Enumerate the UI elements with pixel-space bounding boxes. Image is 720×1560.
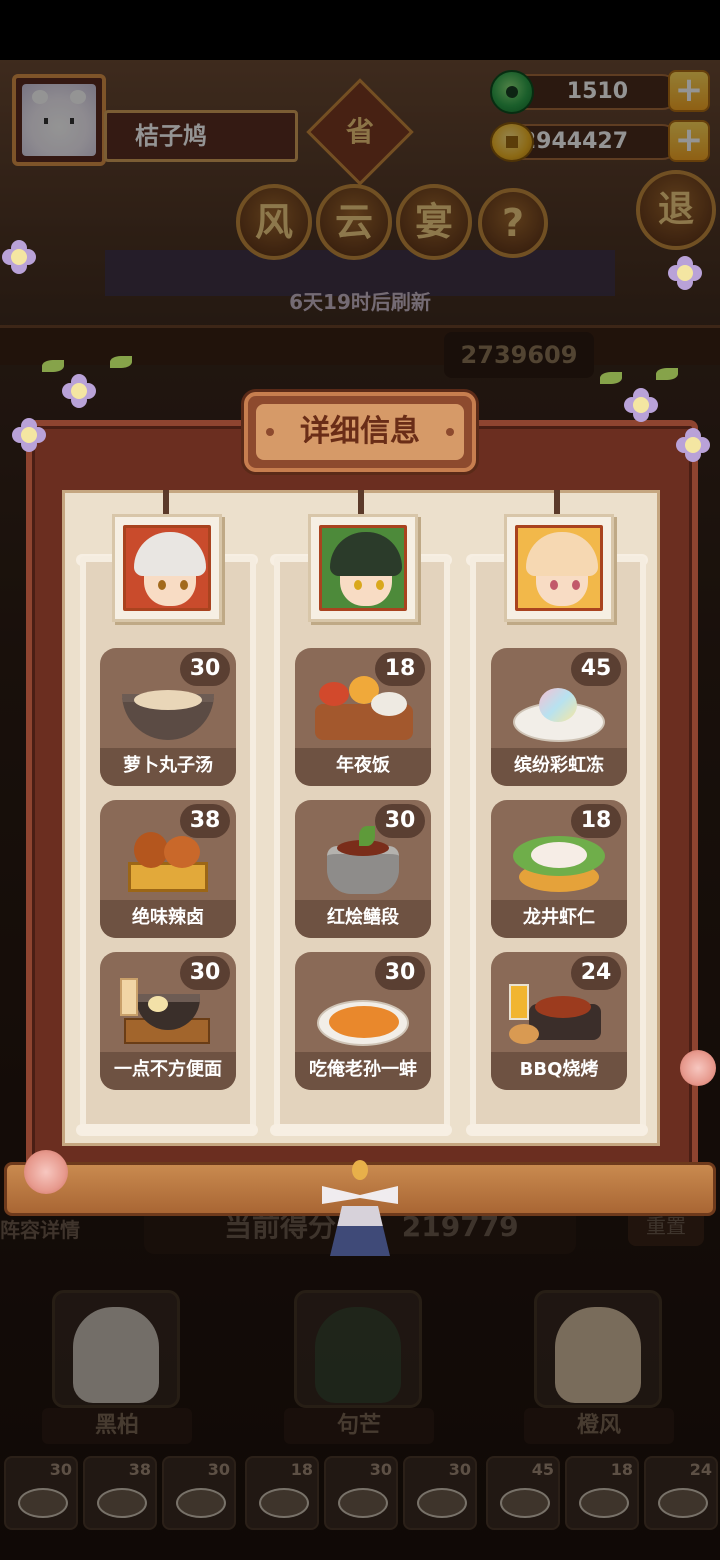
flower-decoration bbox=[676, 428, 710, 462]
shrimp bbox=[531, 842, 587, 868]
dish-card[interactable]: 30 萝卜丸子汤 bbox=[100, 648, 236, 786]
title-ornament bbox=[446, 428, 454, 436]
herb bbox=[359, 826, 375, 846]
dish-name: 萝卜丸子汤 bbox=[100, 748, 236, 786]
dish-count: 38 bbox=[180, 804, 230, 838]
tassel-knot bbox=[352, 1160, 368, 1180]
soup bbox=[134, 690, 202, 710]
dish-count: 30 bbox=[180, 956, 230, 990]
portrait-frame bbox=[319, 525, 407, 611]
flower-decoration bbox=[2, 240, 36, 274]
dish-count: 18 bbox=[375, 652, 425, 686]
dish-red bbox=[319, 682, 349, 706]
drink-cup bbox=[120, 978, 138, 1016]
flower-decoration bbox=[668, 256, 702, 290]
leaf-decoration bbox=[656, 368, 678, 380]
portrait-eye bbox=[550, 580, 558, 590]
wing bbox=[134, 832, 168, 868]
dish-name: 绝味辣卤 bbox=[100, 900, 236, 938]
dish-count: 30 bbox=[180, 652, 230, 686]
portrait-frame bbox=[515, 525, 603, 611]
wing bbox=[164, 836, 200, 868]
meat bbox=[535, 996, 591, 1018]
status-bar bbox=[0, 0, 720, 60]
dish-name: 年夜饭 bbox=[295, 748, 431, 786]
portrait-eye bbox=[572, 580, 580, 590]
scroll-rod bbox=[76, 1124, 258, 1136]
flower-decoration bbox=[12, 418, 46, 452]
dish-card[interactable]: 18 年夜饭 bbox=[295, 648, 431, 786]
dish-count: 30 bbox=[375, 956, 425, 990]
dish-name: 红烩鳝段 bbox=[295, 900, 431, 938]
title-ornament bbox=[266, 428, 274, 436]
character-portrait-goumang[interactable] bbox=[308, 514, 418, 622]
jelly bbox=[539, 688, 577, 722]
beer-glass bbox=[509, 984, 529, 1020]
dish-name: 吃俺老孙一蚌 bbox=[295, 1052, 431, 1090]
scroll-rod bbox=[466, 1124, 648, 1136]
character-portrait-chengfeng[interactable] bbox=[504, 514, 614, 622]
tassel-ornament bbox=[322, 1160, 398, 1256]
clams bbox=[329, 1006, 399, 1038]
flower-decoration bbox=[624, 388, 658, 422]
dish-card[interactable]: 45 缤纷彩虹冻 bbox=[491, 648, 627, 786]
bread bbox=[509, 1024, 539, 1044]
dish-card[interactable]: 24 BBQ烧烤 bbox=[491, 952, 627, 1090]
dish-card[interactable]: 30 一点不方便面 bbox=[100, 952, 236, 1090]
tray bbox=[128, 862, 208, 892]
dish-count: 30 bbox=[375, 804, 425, 838]
portrait-eye bbox=[376, 580, 384, 590]
leaf-decoration bbox=[42, 360, 64, 372]
dish-card[interactable]: 38 绝味辣卤 bbox=[100, 800, 236, 938]
leaf-decoration bbox=[600, 372, 622, 384]
portrait-frame bbox=[123, 525, 211, 611]
modal-title: 详细信息 bbox=[256, 404, 464, 460]
pink-flower-decoration bbox=[24, 1150, 68, 1194]
dish-name: 缤纷彩虹冻 bbox=[491, 748, 627, 786]
scroll-rod bbox=[270, 1124, 452, 1136]
dish-name: 龙井虾仁 bbox=[491, 900, 627, 938]
dish-count: 45 bbox=[571, 652, 621, 686]
dish-count: 18 bbox=[571, 804, 621, 838]
dish-name: 一点不方便面 bbox=[100, 1052, 236, 1090]
portrait-eye bbox=[180, 580, 188, 590]
tassel-bow bbox=[322, 1186, 398, 1204]
flower-decoration bbox=[62, 374, 96, 408]
dish-card[interactable]: 30 红烩鳝段 bbox=[295, 800, 431, 938]
tassel-skirt bbox=[330, 1206, 390, 1256]
dish-card[interactable]: 30 吃俺老孙一蚌 bbox=[295, 952, 431, 1090]
dish-count: 24 bbox=[571, 956, 621, 990]
character-portrait-heibai[interactable] bbox=[112, 514, 222, 622]
egg bbox=[148, 996, 168, 1012]
dish-name: BBQ烧烤 bbox=[491, 1052, 627, 1090]
pink-flower-decoration bbox=[680, 1050, 716, 1086]
dish-fish bbox=[371, 692, 407, 716]
portrait-eye bbox=[158, 580, 166, 590]
portrait-eye bbox=[354, 580, 362, 590]
leaf-decoration bbox=[110, 356, 132, 368]
dish-card[interactable]: 18 龙井虾仁 bbox=[491, 800, 627, 938]
